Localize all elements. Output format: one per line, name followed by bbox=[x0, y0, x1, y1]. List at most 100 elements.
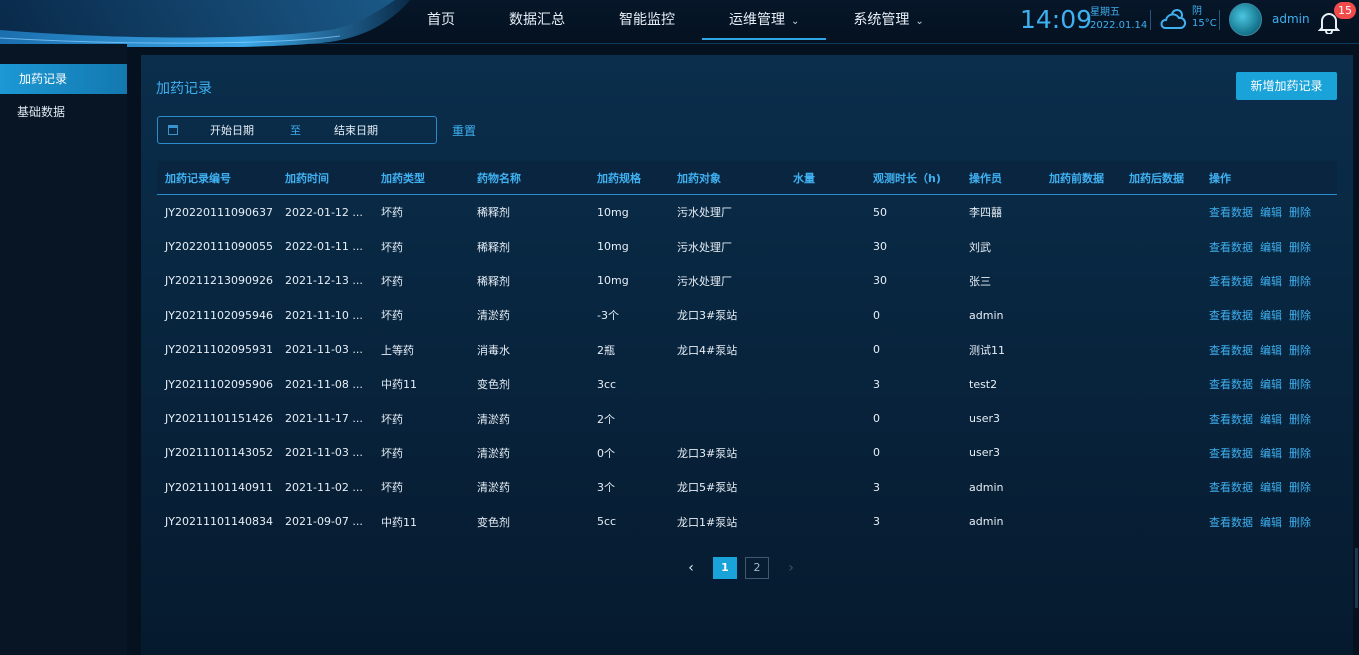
cell-record-id: JY20211101140911 bbox=[165, 480, 273, 494]
nav-system-management[interactable]: 系统管理 ⌄ bbox=[826, 0, 950, 40]
calendar-icon bbox=[168, 125, 178, 135]
nav-smart-monitor[interactable]: 智能监控 bbox=[592, 0, 702, 40]
weather-text: 阴 bbox=[1192, 6, 1202, 17]
dosing-records-table: 加药记录编号 加药时间 加药类型 药物名称 加药规格 加药对象 水量 观测时长（h) 操作员 加药… bbox=[157, 161, 1337, 539]
view-data-link[interactable]: 查看数据 bbox=[1209, 516, 1253, 529]
view-data-link[interactable]: 查看数据 bbox=[1209, 344, 1253, 357]
cell-operator: user3 bbox=[969, 446, 1000, 460]
end-date-input[interactable]: 结束日期 bbox=[334, 122, 378, 138]
cell-dosing-time: 2021-11-03 ... bbox=[285, 446, 363, 460]
delete-link[interactable]: 删除 bbox=[1289, 275, 1311, 288]
cell-operator: 刘武 bbox=[969, 240, 991, 254]
clock-time: 14:09 bbox=[1020, 5, 1093, 34]
user-name[interactable]: admin bbox=[1272, 12, 1310, 26]
date: 2022.01.14 bbox=[1090, 20, 1148, 31]
page-2-button[interactable]: 2 bbox=[745, 557, 769, 579]
edit-link[interactable]: 编辑 bbox=[1260, 275, 1282, 288]
delete-link[interactable]: 删除 bbox=[1289, 413, 1311, 426]
delete-link[interactable]: 删除 bbox=[1289, 206, 1311, 219]
delete-link[interactable]: 删除 bbox=[1289, 481, 1311, 494]
cell-drug-name: 清淤药 bbox=[477, 412, 510, 426]
view-data-link[interactable]: 查看数据 bbox=[1209, 275, 1253, 288]
cell-dosing-target: 龙口5#泵站 bbox=[677, 481, 738, 495]
cell-dosing-type: 坏药 bbox=[381, 446, 403, 460]
edit-link[interactable]: 编辑 bbox=[1260, 241, 1282, 254]
cell-observe-duration: 30 bbox=[873, 274, 887, 288]
cell-observe-duration: 30 bbox=[873, 240, 887, 254]
delete-link[interactable]: 删除 bbox=[1289, 447, 1311, 460]
table-row: JY20211102095931 2021-11-03 ... 上等药 消毒水 2瓶 龙口… bbox=[157, 333, 1337, 367]
delete-link[interactable]: 删除 bbox=[1289, 241, 1311, 254]
add-dosing-record-button[interactable]: 新增加药记录 bbox=[1236, 72, 1337, 100]
edit-link[interactable]: 编辑 bbox=[1260, 378, 1282, 391]
delete-link[interactable]: 删除 bbox=[1289, 516, 1311, 529]
edit-link[interactable]: 编辑 bbox=[1260, 344, 1282, 357]
cell-operator: test2 bbox=[969, 377, 998, 391]
nav-label: 首页 bbox=[427, 12, 455, 28]
view-data-link[interactable]: 查看数据 bbox=[1209, 413, 1253, 426]
cell-actions: 查看数据 编辑 删除 bbox=[1201, 411, 1337, 427]
nav-data-summary[interactable]: 数据汇总 bbox=[482, 0, 592, 40]
edit-link[interactable]: 编辑 bbox=[1260, 481, 1282, 494]
cell-record-id: JY20220111090055 bbox=[165, 240, 273, 254]
cell-observe-duration: 0 bbox=[873, 343, 880, 357]
edit-link[interactable]: 编辑 bbox=[1260, 516, 1282, 529]
delete-link[interactable]: 删除 bbox=[1289, 378, 1311, 391]
sidebar-item-dosing-records[interactable]: 加药记录 bbox=[0, 64, 127, 94]
cell-drug-name: 稀释剂 bbox=[477, 240, 510, 254]
view-data-link[interactable]: 查看数据 bbox=[1209, 481, 1253, 494]
view-data-link[interactable]: 查看数据 bbox=[1209, 447, 1253, 460]
page-1-button[interactable]: 1 bbox=[713, 557, 737, 579]
nav-ops-management[interactable]: 运维管理 ⌄ bbox=[702, 0, 827, 40]
cell-actions: 查看数据 编辑 删除 bbox=[1201, 514, 1337, 530]
view-data-link[interactable]: 查看数据 bbox=[1209, 241, 1253, 254]
cell-observe-duration: 0 bbox=[873, 446, 880, 460]
cell-actions: 查看数据 编辑 删除 bbox=[1201, 445, 1337, 461]
cell-drug-name: 稀释剂 bbox=[477, 206, 510, 220]
divider bbox=[1219, 10, 1220, 30]
cell-record-id: JY20211102095946 bbox=[165, 308, 273, 322]
column-header-observe-duration: 观测时长（h) bbox=[873, 171, 941, 185]
date-range-picker[interactable]: 开始日期 至 结束日期 bbox=[157, 116, 437, 144]
nav-label: 系统管理 bbox=[853, 12, 910, 28]
top-header: 首页 数据汇总 智能监控 运维管理 ⌄ 系统管理 ⌄ 14:09 星期五 2022.… bbox=[0, 0, 1359, 47]
cell-observe-duration: 3 bbox=[873, 480, 880, 494]
next-page-button[interactable]: › bbox=[781, 560, 801, 576]
cell-operator: user3 bbox=[969, 412, 1000, 426]
cell-operator: admin bbox=[969, 515, 1004, 529]
edit-link[interactable]: 编辑 bbox=[1260, 447, 1282, 460]
view-data-link[interactable]: 查看数据 bbox=[1209, 378, 1253, 391]
column-header-after-data: 加药后数据 bbox=[1129, 171, 1184, 185]
reset-button[interactable]: 重置 bbox=[452, 122, 476, 139]
column-header-dosing-target: 加药对象 bbox=[677, 171, 721, 185]
cell-drug-name: 消毒水 bbox=[477, 343, 510, 357]
sidebar-item-basic-data[interactable]: 基础数据 bbox=[0, 97, 127, 127]
cell-dosing-time: 2021-11-17 ... bbox=[285, 412, 363, 426]
scrollbar[interactable] bbox=[1355, 548, 1358, 608]
avatar[interactable] bbox=[1229, 3, 1262, 36]
cell-dosing-type: 中药11 bbox=[381, 515, 417, 529]
cell-dosing-time: 2022-01-12 ... bbox=[285, 205, 363, 219]
view-data-link[interactable]: 查看数据 bbox=[1209, 206, 1253, 219]
cell-actions: 查看数据 编辑 删除 bbox=[1201, 239, 1337, 255]
edit-link[interactable]: 编辑 bbox=[1260, 309, 1282, 322]
prev-page-button[interactable]: ‹ bbox=[681, 560, 701, 576]
cell-dosing-time: 2021-11-03 ... bbox=[285, 343, 363, 357]
edit-link[interactable]: 编辑 bbox=[1260, 206, 1282, 219]
view-data-link[interactable]: 查看数据 bbox=[1209, 309, 1253, 322]
column-header-dosing-spec: 加药规格 bbox=[597, 171, 641, 185]
start-date-input[interactable]: 开始日期 bbox=[210, 122, 276, 138]
cell-record-id: JY20211102095906 bbox=[165, 377, 273, 391]
cell-drug-name: 变色剂 bbox=[477, 378, 510, 392]
delete-link[interactable]: 删除 bbox=[1289, 344, 1311, 357]
column-header-dosing-time: 加药时间 bbox=[285, 171, 329, 185]
cell-dosing-target: 龙口4#泵站 bbox=[677, 343, 738, 357]
cell-dosing-time: 2021-11-08 ... bbox=[285, 377, 363, 391]
table-row: JY20220111090055 2022-01-11 ... 坏药 稀释剂 10mg 污… bbox=[157, 229, 1337, 263]
cell-dosing-type: 坏药 bbox=[381, 309, 403, 323]
cell-drug-name: 清淤药 bbox=[477, 481, 510, 495]
edit-link[interactable]: 编辑 bbox=[1260, 413, 1282, 426]
delete-link[interactable]: 删除 bbox=[1289, 309, 1311, 322]
column-header-actions: 操作 bbox=[1209, 171, 1231, 185]
nav-home[interactable]: 首页 bbox=[400, 0, 482, 40]
